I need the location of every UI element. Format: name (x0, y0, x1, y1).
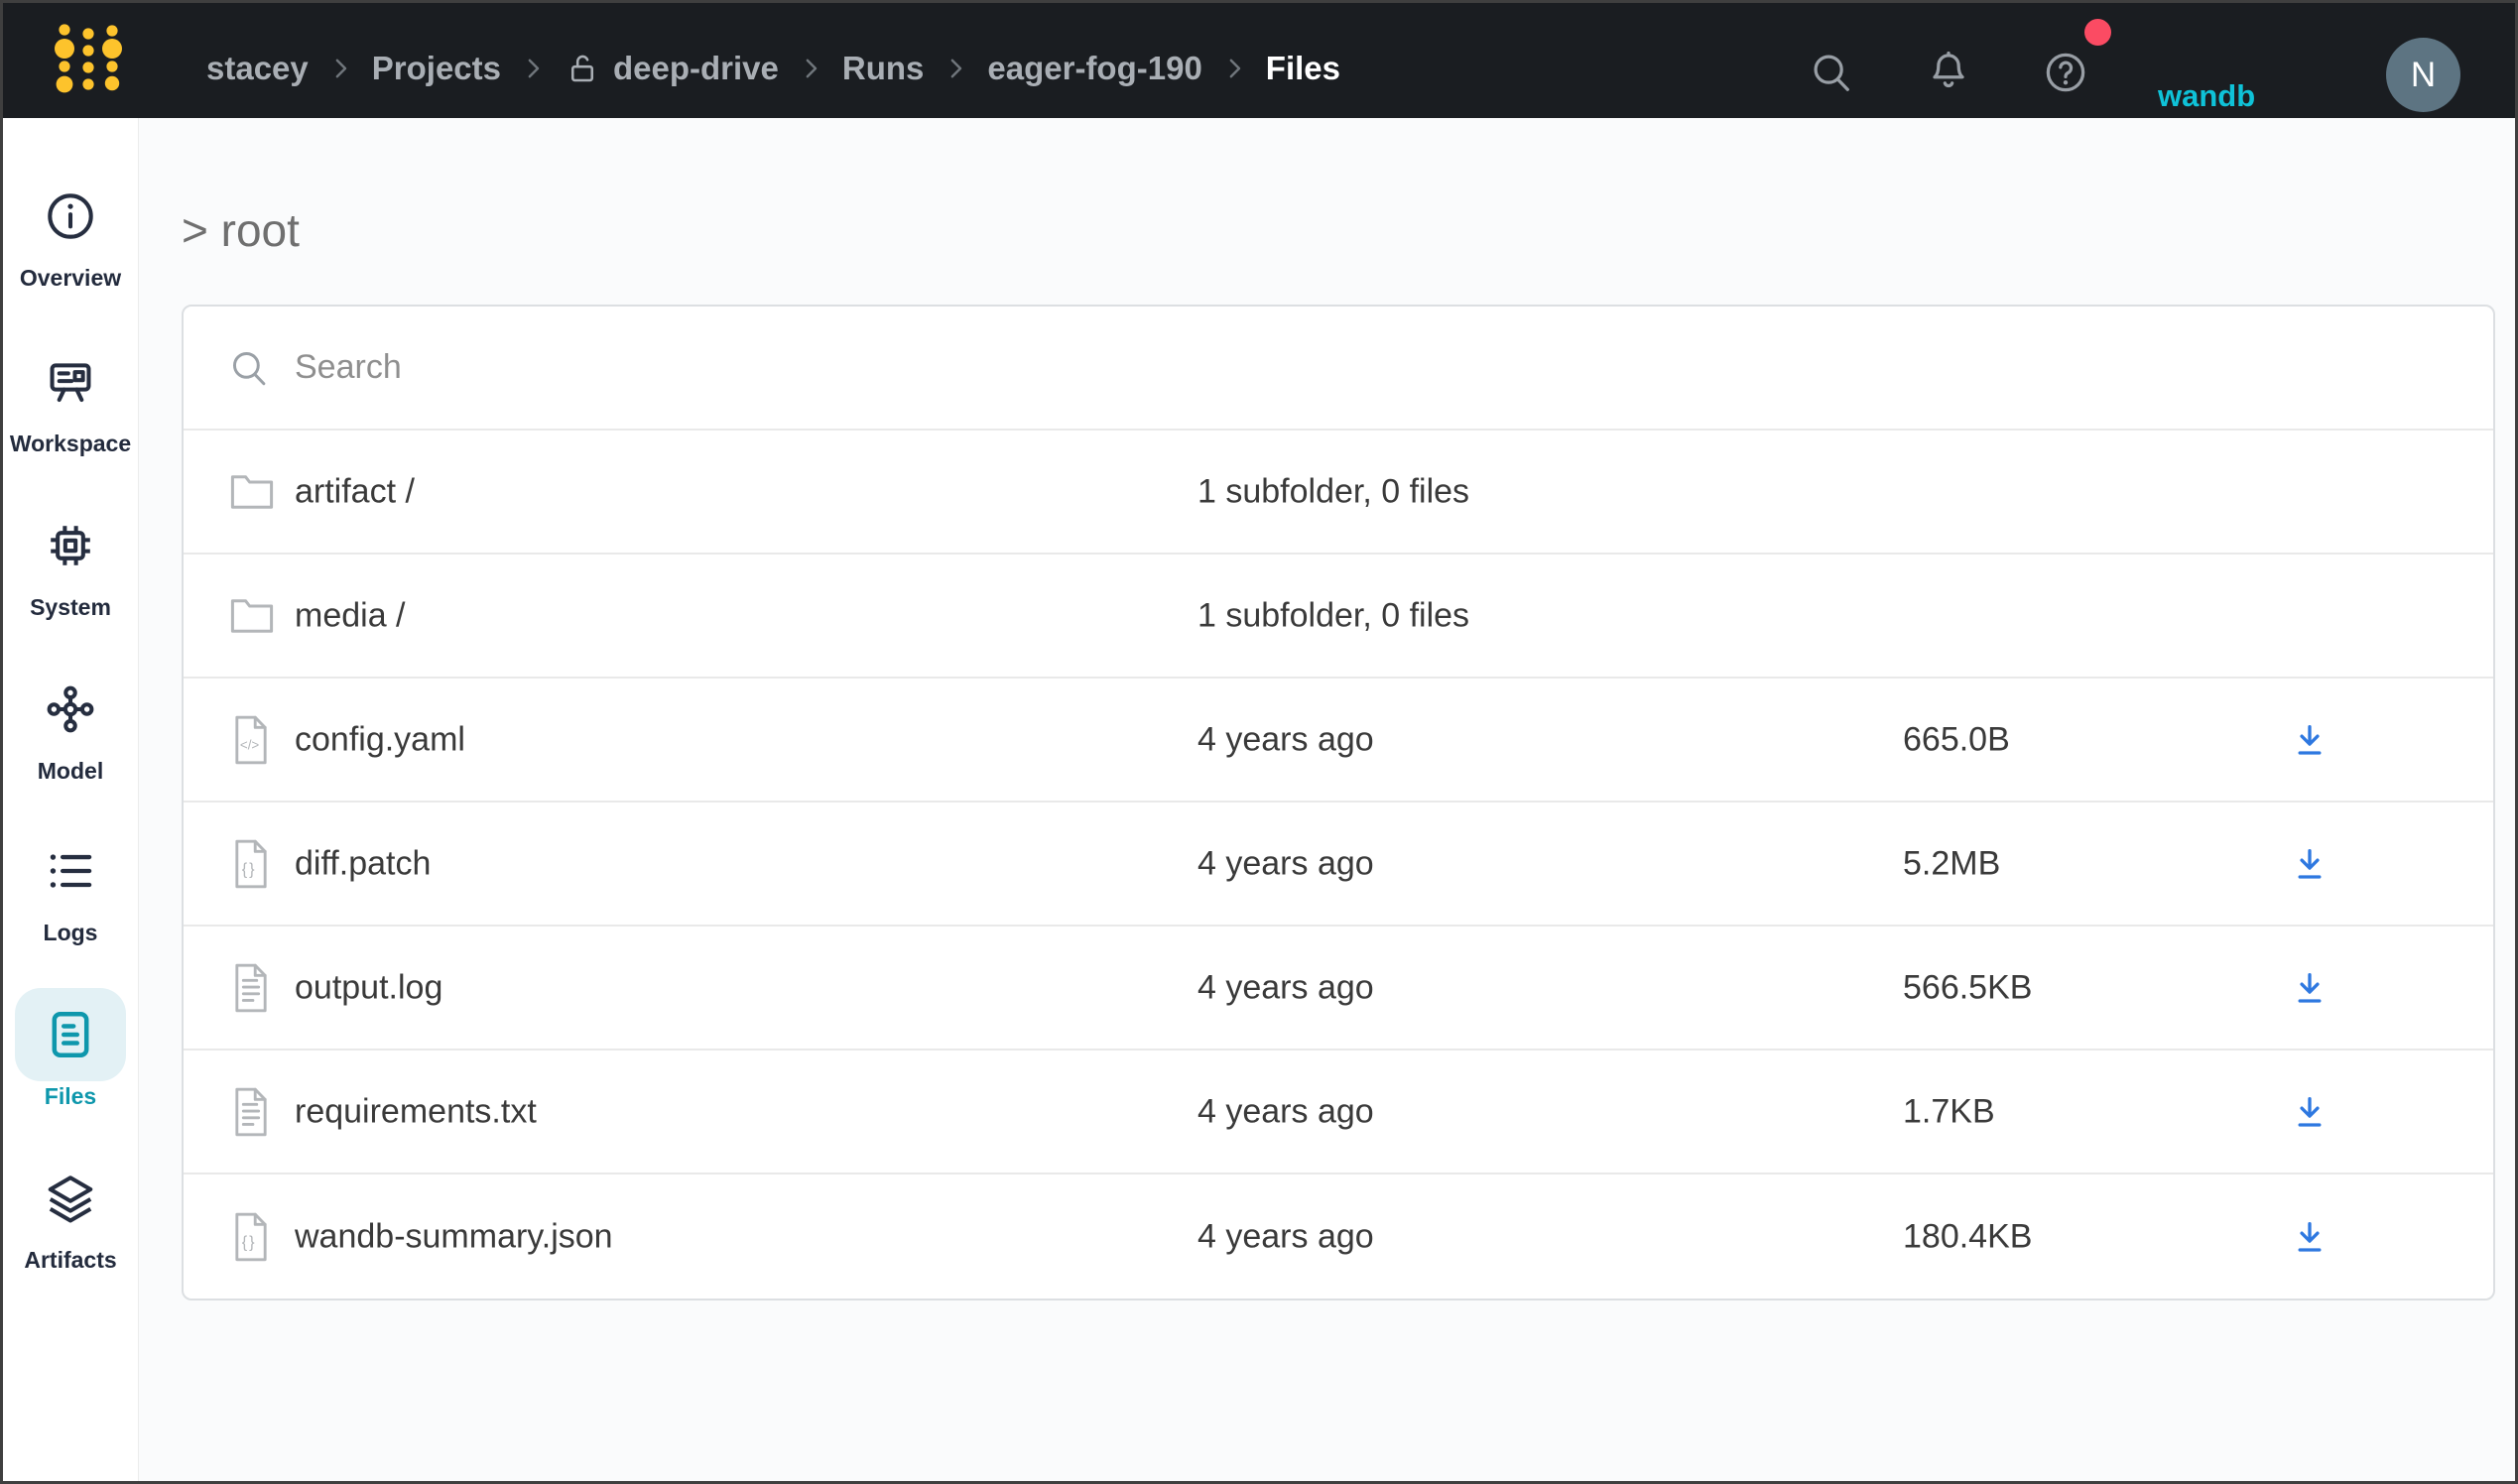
file-info-text: 4 years ago (1197, 720, 1374, 759)
sidebar-item-workspace[interactable]: Workspace (3, 335, 138, 457)
code-file-icon: </> (228, 714, 274, 766)
file-info-text: 4 years ago (1197, 844, 1374, 883)
file-tree-root-breadcrumb[interactable]: > root (182, 203, 300, 257)
file-row: {} wandb-summary.json 4 years ago 180.4K… (184, 1175, 2493, 1298)
file-row: requirements.txt 4 years ago 1.7KB (184, 1051, 2493, 1175)
file-search-input[interactable] (295, 307, 2180, 429)
notifications-bell-icon[interactable] (1926, 48, 1971, 93)
sidebar-item-files[interactable]: Files (3, 988, 138, 1110)
chevron-right-icon (941, 54, 970, 83)
logs-icon (44, 844, 97, 898)
file-browser-panel: artifact / 1 subfolder, 0 files media / … (182, 305, 2495, 1300)
breadcrumb-item-project-name[interactable]: deep-drive (613, 50, 779, 87)
file-size-text: 566.5KB (1903, 968, 2032, 1007)
breadcrumb-item-stacey[interactable]: stacey (206, 50, 309, 87)
global-search-icon[interactable] (1809, 50, 1854, 95)
files-doc-icon (44, 1008, 97, 1061)
svg-text:</>: </> (240, 737, 260, 752)
file-row: </> config.yaml 4 years ago 665.0B (184, 679, 2493, 803)
topbar: stacey Projects deep-drive Runs eager-fo… (3, 3, 2515, 118)
sidebar-item-artifacts[interactable]: Artifacts (3, 1152, 138, 1274)
chevron-right-icon (796, 54, 825, 83)
breadcrumb-item-run-name[interactable]: eager-fog-190 (987, 50, 1201, 87)
svg-text:{}: {} (242, 1233, 257, 1251)
breadcrumb-item-projects[interactable]: Projects (372, 50, 501, 87)
chevron-right-icon (518, 54, 548, 83)
file-row: artifact / 1 subfolder, 0 files (184, 431, 2493, 555)
download-button[interactable] (2291, 845, 2329, 883)
notification-dot (2084, 19, 2111, 46)
file-info-text: 1 subfolder, 0 files (1197, 472, 1469, 511)
text-file-icon (228, 1086, 274, 1138)
sidebar-item-model[interactable]: Model (3, 663, 138, 785)
file-size-text: 665.0B (1903, 720, 2010, 759)
file-row: media / 1 subfolder, 0 files (184, 555, 2493, 679)
sidebar-item-overview[interactable]: Overview (3, 170, 138, 292)
sidebar: Overview Workspace System Model Logs Fil… (3, 118, 139, 1481)
wandb-logo-icon[interactable] (55, 18, 122, 106)
file-size-text: 5.2MB (1903, 844, 2000, 883)
help-icon[interactable] (2043, 50, 2088, 95)
file-size-text: 1.7KB (1903, 1092, 1995, 1131)
breadcrumb-item-runs[interactable]: Runs (842, 50, 925, 87)
sidebar-item-system[interactable]: System (3, 499, 138, 621)
breadcrumb: stacey Projects deep-drive Runs eager-fo… (206, 3, 1340, 118)
file-list: artifact / 1 subfolder, 0 files media / … (184, 431, 2493, 1298)
search-icon (228, 347, 270, 389)
breadcrumb-item-files[interactable]: Files (1266, 50, 1340, 87)
artifacts-layers-icon (44, 1172, 97, 1225)
folder-icon (228, 596, 276, 636)
file-name-link[interactable]: output.log (295, 968, 442, 1007)
org-link[interactable]: wandb (2158, 78, 2255, 114)
file-name-link[interactable]: media / (295, 596, 406, 635)
info-icon (44, 189, 97, 243)
file-name-link[interactable]: diff.patch (295, 844, 431, 883)
file-search-row (184, 307, 2493, 431)
braces-file-icon: {} (228, 1211, 274, 1263)
file-info-text: 4 years ago (1197, 968, 1374, 1007)
file-size-text: 180.4KB (1903, 1217, 2032, 1256)
main-content: > root artifact / 1 subfolder, 0 files m… (140, 118, 2515, 1481)
file-name-link[interactable]: wandb-summary.json (295, 1217, 613, 1256)
avatar[interactable]: N (2386, 38, 2460, 112)
file-name-link[interactable]: requirements.txt (295, 1092, 537, 1131)
folder-icon (228, 472, 276, 512)
braces-file-icon: {} (228, 838, 274, 890)
file-info-text: 1 subfolder, 0 files (1197, 596, 1469, 635)
sidebar-item-logs[interactable]: Logs (3, 824, 138, 946)
file-row: output.log 4 years ago 566.5KB (184, 927, 2493, 1051)
workspace-icon (44, 355, 97, 409)
file-info-text: 4 years ago (1197, 1092, 1374, 1131)
system-chip-icon (44, 519, 97, 572)
app-window: stacey Projects deep-drive Runs eager-fo… (0, 0, 2518, 1484)
download-button[interactable] (2291, 721, 2329, 759)
model-icon (44, 682, 97, 736)
download-button[interactable] (2291, 1093, 2329, 1131)
file-name-link[interactable]: config.yaml (295, 720, 465, 759)
chevron-right-icon (325, 54, 355, 83)
chevron-right-icon (1219, 54, 1249, 83)
file-name-link[interactable]: artifact / (295, 472, 415, 511)
file-row: {} diff.patch 4 years ago 5.2MB (184, 803, 2493, 927)
text-file-icon (228, 962, 274, 1014)
svg-text:{}: {} (242, 860, 257, 878)
lock-open-icon (565, 51, 600, 86)
file-info-text: 4 years ago (1197, 1217, 1374, 1256)
download-button[interactable] (2291, 969, 2329, 1007)
download-button[interactable] (2291, 1218, 2329, 1256)
